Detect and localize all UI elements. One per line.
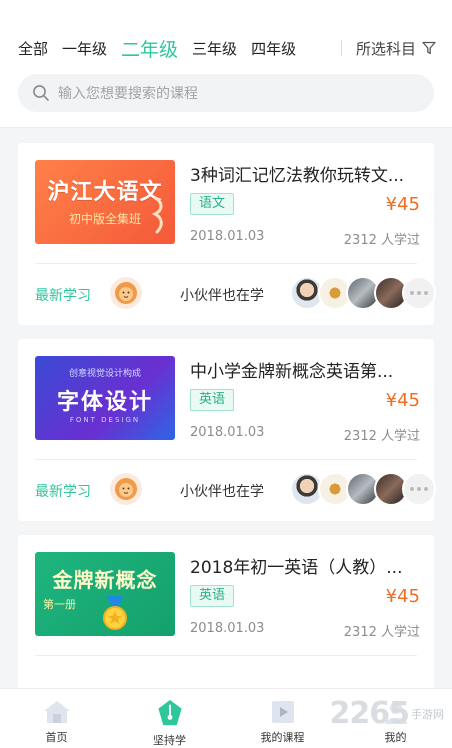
divider	[35, 263, 417, 264]
subject-tag: 英语	[190, 389, 235, 411]
course-date: 2018.01.03	[190, 229, 265, 244]
lion-icon	[115, 282, 137, 304]
home-icon	[43, 701, 70, 723]
course-thumbnail: 金牌新概念 第一册	[35, 552, 175, 636]
tab-label: 我的	[384, 731, 407, 744]
subject-tag: 语文	[190, 193, 235, 215]
lion-avatar[interactable]	[110, 473, 142, 505]
subject-tag: 英语	[190, 585, 235, 607]
course-price: ¥45	[385, 586, 420, 607]
subject-filter-label: 所选科目	[355, 39, 416, 58]
latest-learning-label[interactable]: 最新学习	[35, 285, 91, 305]
tab-label: 首页	[45, 731, 68, 744]
lion-avatar[interactable]	[110, 277, 142, 309]
subject-filter-button[interactable]: 所选科目	[340, 30, 436, 66]
course-card[interactable]: 沪江大语文 初中版全集班 3种词汇记忆法教你玩转文... 语文 ¥45 2018…	[18, 143, 436, 325]
course-date: 2018.01.03	[190, 425, 265, 440]
course-thumbnail: 沪江大语文 初中版全集班	[35, 160, 175, 244]
brush-icon	[151, 196, 163, 234]
tab-my-courses[interactable]: 我的课程	[226, 689, 339, 748]
lion-icon	[115, 478, 137, 500]
watermark-site: 手游网	[411, 707, 444, 721]
tab-label: 坚持学	[153, 734, 186, 747]
grade-tab-grade3[interactable]: 三年级	[192, 38, 237, 59]
grade-tabs: 全部 一年级 二年级 三年级 四年级	[18, 30, 310, 66]
peer-avatars[interactable]	[290, 275, 436, 311]
watermark-logo: 2265 手游网	[330, 696, 445, 731]
top-header: 全部 一年级 二年级 三年级 四年级 所选科目 输入您想要搜索的课程	[0, 0, 452, 128]
course-thumbnail: 创意视觉设计构成 字体设计 FONT DESIGN	[35, 356, 175, 440]
latest-learning-label[interactable]: 最新学习	[35, 481, 91, 501]
grade-tab-grade2[interactable]: 二年级	[121, 35, 178, 62]
course-date: 2018.01.03	[190, 621, 265, 636]
thumbnail-subtitle: FONT DESIGN	[69, 416, 141, 424]
learner-count: 2312 人学过	[343, 429, 420, 444]
more-peers-button[interactable]	[402, 472, 436, 506]
thumbnail-title: 金牌新概念	[52, 568, 158, 592]
search-icon	[33, 85, 49, 101]
learner-count: 2312 人学过	[343, 233, 420, 248]
tab-keep-learning[interactable]: 坚持学	[113, 689, 226, 748]
tab-home[interactable]: 首页	[0, 689, 113, 748]
filter-icon	[422, 41, 436, 55]
learner-count: 2312 人学过	[343, 625, 420, 640]
tab-label: 我的课程	[260, 731, 305, 744]
course-title: 3种词汇记忆法教你玩转文...	[190, 166, 405, 186]
peers-learning-label: 小伙伴也在学	[180, 288, 264, 304]
divider	[35, 655, 417, 656]
grade-tab-grade1[interactable]: 一年级	[62, 38, 107, 59]
pen-nib-icon	[157, 699, 182, 726]
more-peers-button[interactable]	[402, 276, 436, 310]
thumbnail-title: 字体设计	[56, 390, 153, 415]
grade-tab-grade4[interactable]: 四年级	[251, 38, 296, 59]
course-card[interactable]: 金牌新概念 第一册 2018年初一英语（人教）... 英语 ¥45 2018.0…	[18, 535, 434, 695]
course-price: ¥45	[385, 390, 420, 411]
watermark-number: 2265	[329, 696, 410, 731]
divider	[35, 459, 417, 460]
course-card[interactable]: 创意视觉设计构成 字体设计 FONT DESIGN 中小学金牌新概念英语第...…	[18, 339, 436, 521]
divider	[340, 40, 342, 56]
peers-learning-label: 小伙伴也在学	[180, 484, 264, 500]
search-placeholder: 输入您想要搜索的课程	[58, 86, 198, 102]
thumbnail-caption: 创意视觉设计构成	[68, 369, 141, 379]
course-price: ¥45	[385, 194, 420, 215]
medal-icon	[103, 596, 127, 630]
peer-avatars[interactable]	[290, 471, 436, 507]
course-title: 中小学金牌新概念英语第...	[190, 362, 394, 382]
course-play-icon	[271, 701, 294, 723]
grade-tab-all[interactable]: 全部	[18, 38, 48, 59]
search-input[interactable]: 输入您想要搜索的课程	[18, 74, 434, 112]
course-title: 2018年初一英语（人教）...	[190, 558, 403, 578]
